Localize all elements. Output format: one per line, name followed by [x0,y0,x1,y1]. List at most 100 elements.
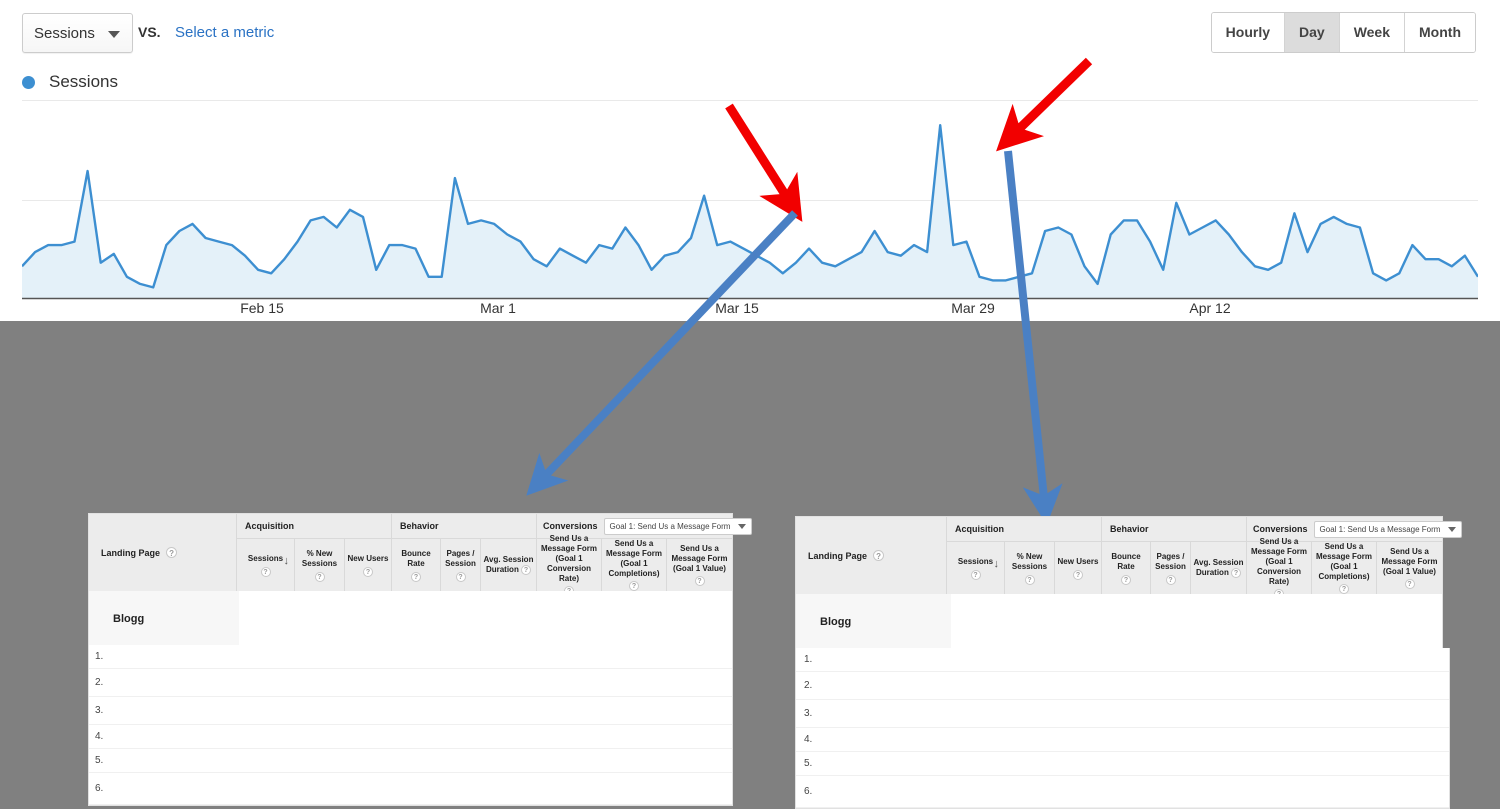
column-percent-new-sessions-right[interactable]: % New Sessions ? [1005,542,1055,594]
sessions-area-chart[interactable] [22,100,1478,300]
column-label: Message Form [605,549,663,558]
help-icon[interactable]: ? [970,569,981,580]
column-label: Send Us a [614,539,654,548]
landing-page-table-right[interactable]: Landing Page ? Acquisition Behavior Conv… [795,516,1463,651]
column-goal1-conversion-rate-right[interactable]: Send Us a Message Form (Goal 1 Conversio… [1247,537,1312,599]
column-new-users-right[interactable]: New Users ? [1055,542,1102,594]
x-axis-tick-label: Mar 1 [480,300,516,316]
column-label: Completions) [608,569,660,578]
table-row[interactable]: 1. [89,645,732,669]
group-behavior-label: Behavior [400,521,439,531]
table-row[interactable]: 5. [89,749,732,773]
landing-page-column-header-left[interactable]: Landing Page ? [89,514,237,591]
table-row[interactable]: 1. [796,648,1449,672]
group-acquisition-label: Acquisition [245,521,294,531]
table-row[interactable]: 2. [796,672,1449,700]
chevron-down-icon [108,31,120,38]
column-label: Message Form [671,554,728,563]
chart-svg [22,100,1478,300]
help-icon[interactable]: ? [1231,568,1242,578]
help-icon[interactable]: ? [694,576,705,586]
table-row[interactable]: 4. [89,725,732,749]
column-goal1-completions-right[interactable]: Send Us a Message Form (Goal 1 Completio… [1312,542,1377,594]
column-sessions-right[interactable]: Sessions ? ↓ [947,542,1005,594]
granularity-option-month[interactable]: Month [1405,13,1475,52]
vs-label: VS. [138,24,161,40]
group-behavior-label: Behavior [1110,524,1149,534]
column-label: % New [306,548,333,558]
column-label: New Users [347,553,389,563]
column-label: Send Us a [549,534,589,543]
help-icon[interactable]: ? [1165,574,1176,585]
section-row-cells-right [951,594,1442,650]
landing-page-column-header-right[interactable]: Landing Page ? [796,517,947,594]
column-sessions-left[interactable]: Sessions ? ↓ [237,539,295,591]
column-pages-per-session-right[interactable]: Pages / Session ? [1151,542,1191,594]
help-icon[interactable]: ? [411,571,421,582]
sort-descending-arrow-icon[interactable]: ↓ [284,556,290,567]
metric-selector-dropdown[interactable]: Sessions [22,13,133,53]
help-icon[interactable]: ? [314,571,325,582]
row-index: 4. [804,734,813,745]
landing-page-rows-right[interactable]: 1. 2. 3. 4. 5. 6. [795,648,1450,809]
table-row[interactable]: 4. [796,728,1449,752]
granularity-segmented-control[interactable]: Hourly Day Week Month [1210,12,1476,53]
help-icon[interactable]: ? [629,581,639,591]
group-header-row-right: Acquisition Behavior Conversions Goal 1:… [947,517,1463,541]
section-row-blogg-right[interactable]: Blogg [796,594,1442,650]
column-label: Pages / [446,548,475,558]
metric-columns-right: Acquisition Behavior Conversions Goal 1:… [947,517,1463,599]
table-body-left: Blogg [88,591,733,648]
landing-page-table-left[interactable]: Landing Page ? Acquisition Behavior Conv… [88,513,753,648]
goal-selector-dropdown-right[interactable]: Goal 1: Send Us a Message Form [1313,520,1463,538]
column-goal1-value-right[interactable]: Send Us a Message Form (Goal 1 Value) ? [1377,542,1442,594]
help-icon[interactable]: ? [455,571,466,582]
help-icon[interactable]: ? [166,547,178,558]
granularity-option-week[interactable]: Week [1339,13,1406,52]
column-label: Sessions [1011,561,1048,571]
x-axis-tick-label: Feb 15 [240,300,284,316]
table-row[interactable]: 3. [89,697,732,725]
table-row[interactable]: 2. [89,669,732,697]
sort-descending-arrow-icon[interactable]: ↓ [994,559,1000,570]
column-new-users-left[interactable]: New Users ? [345,539,392,591]
help-icon[interactable]: ? [1073,569,1083,580]
column-bounce-rate-right[interactable]: Bounce Rate ? [1102,542,1151,594]
help-icon[interactable]: ? [363,566,373,577]
table-row[interactable]: 5. [796,752,1449,776]
granularity-option-hourly[interactable]: Hourly [1211,13,1285,52]
column-goal1-conversion-rate-left[interactable]: Send Us a Message Form (Goal 1 Conversio… [537,534,602,596]
help-icon[interactable]: ? [873,550,885,561]
help-icon[interactable]: ? [1024,574,1035,585]
section-row-blogg-left[interactable]: Blogg [89,591,732,647]
goal-selector-dropdown-left[interactable]: Goal 1: Send Us a Message Form [603,517,753,535]
help-icon[interactable]: ? [260,566,271,577]
table-row[interactable]: 3. [796,700,1449,728]
help-icon[interactable]: ? [1121,574,1131,585]
column-label: % New [1016,551,1043,561]
table-row[interactable]: 6. [796,776,1449,808]
table-row[interactable]: 6. [89,773,732,805]
column-goal1-completions-left[interactable]: Send Us a Message Form (Goal 1 Completio… [602,539,667,591]
help-icon[interactable]: ? [1404,579,1415,589]
column-label: (Goal 1 [620,559,648,568]
column-percent-new-sessions-left[interactable]: % New Sessions ? [295,539,345,591]
chevron-down-icon [738,523,747,529]
select-a-metric-link[interactable]: Select a metric [175,24,274,41]
granularity-option-day[interactable]: Day [1285,13,1340,52]
row-index: 6. [95,783,104,794]
column-header-row-left: Sessions ? ↓ % New Sessions ? New Users … [237,534,732,596]
row-index: 2. [804,680,813,691]
row-index: 1. [804,654,813,665]
landing-page-rows-left[interactable]: 1. 2. 3. 4. 5. 6. [88,645,733,806]
column-avg-session-duration-left[interactable]: Avg. Session Duration ? [481,539,537,591]
help-icon[interactable]: ? [521,565,532,575]
column-pages-per-session-left[interactable]: Pages / Session ? [441,539,481,591]
landing-page-label: Landing Page [101,547,161,558]
row-index: 1. [95,651,104,662]
column-label: Message Form [1250,547,1308,556]
column-goal1-value-left[interactable]: Send Us a Message Form (Goal 1 Value) ? [667,539,732,591]
help-icon[interactable]: ? [1339,584,1349,594]
column-avg-session-duration-right[interactable]: Avg. Session Duration ? [1191,542,1247,594]
column-bounce-rate-left[interactable]: Bounce Rate ? [392,539,441,591]
